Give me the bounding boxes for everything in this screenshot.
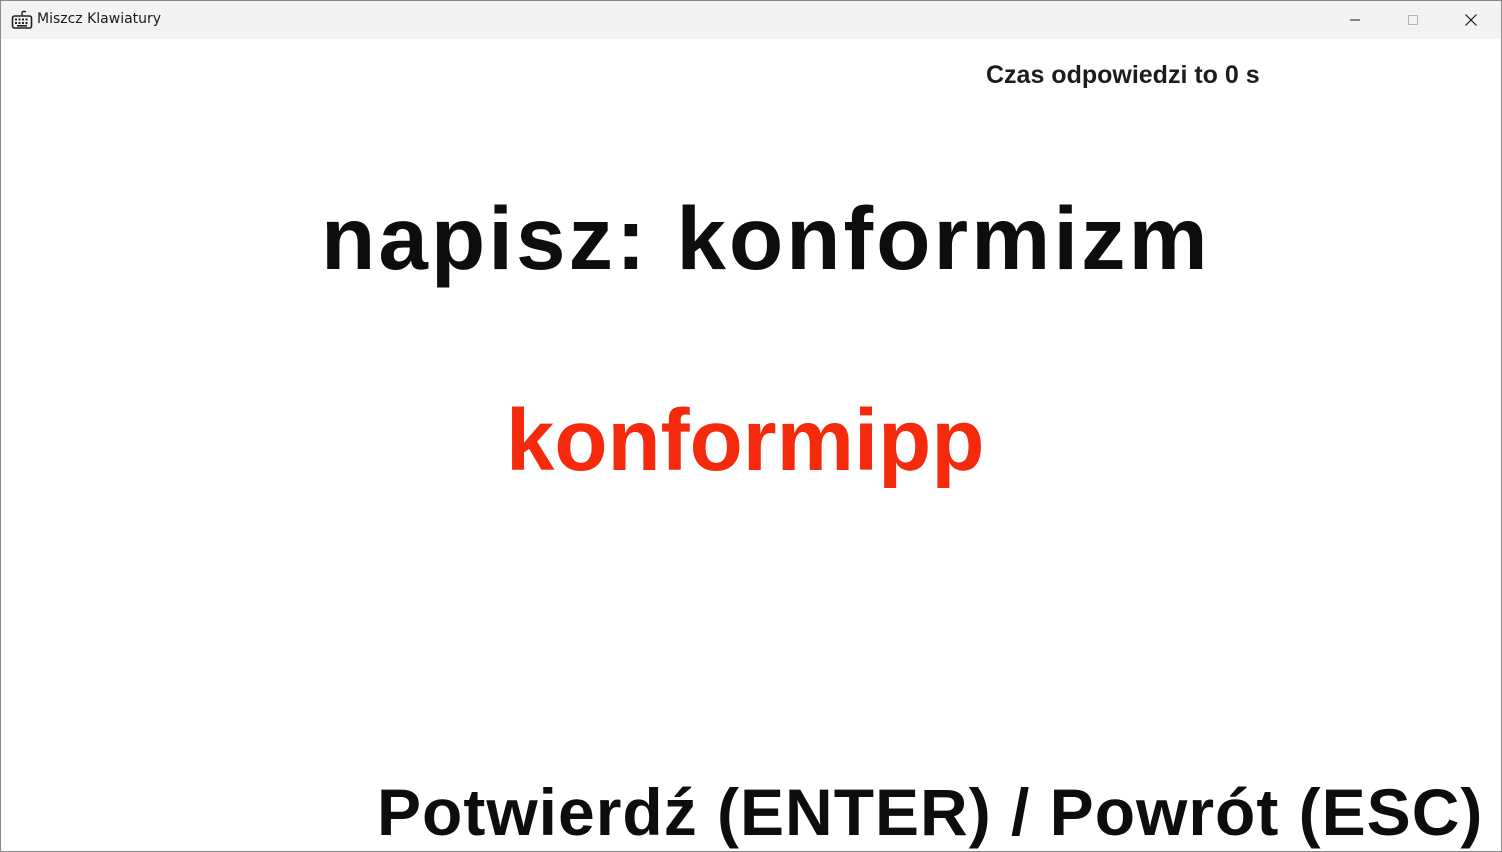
maximize-button[interactable]: [1385, 1, 1441, 39]
app-window: Miszcz Klawiatury Czas odpowiedzi to 0 s…: [0, 0, 1502, 852]
close-button[interactable]: [1443, 1, 1499, 39]
response-time-label: Czas odpowiedzi to 0 s: [986, 61, 1260, 89]
maximize-icon: [1408, 15, 1418, 25]
window-title: Miszcz Klawiatury: [37, 11, 162, 27]
minimize-button[interactable]: [1327, 1, 1383, 39]
close-icon: [1465, 14, 1477, 26]
target-word-prompt: napisz: konformizm: [321, 188, 1211, 288]
keyboard-icon: [11, 10, 33, 29]
controls-hint: Potwierdź (ENTER) / Powrót (ESC): [377, 775, 1484, 849]
game-canvas[interactable]: Czas odpowiedzi to 0 s napisz: konformiz…: [1, 39, 1501, 851]
minimize-icon: [1350, 19, 1360, 21]
typed-input-text: konformipp: [506, 392, 985, 489]
title-bar[interactable]: Miszcz Klawiatury: [1, 1, 1501, 39]
